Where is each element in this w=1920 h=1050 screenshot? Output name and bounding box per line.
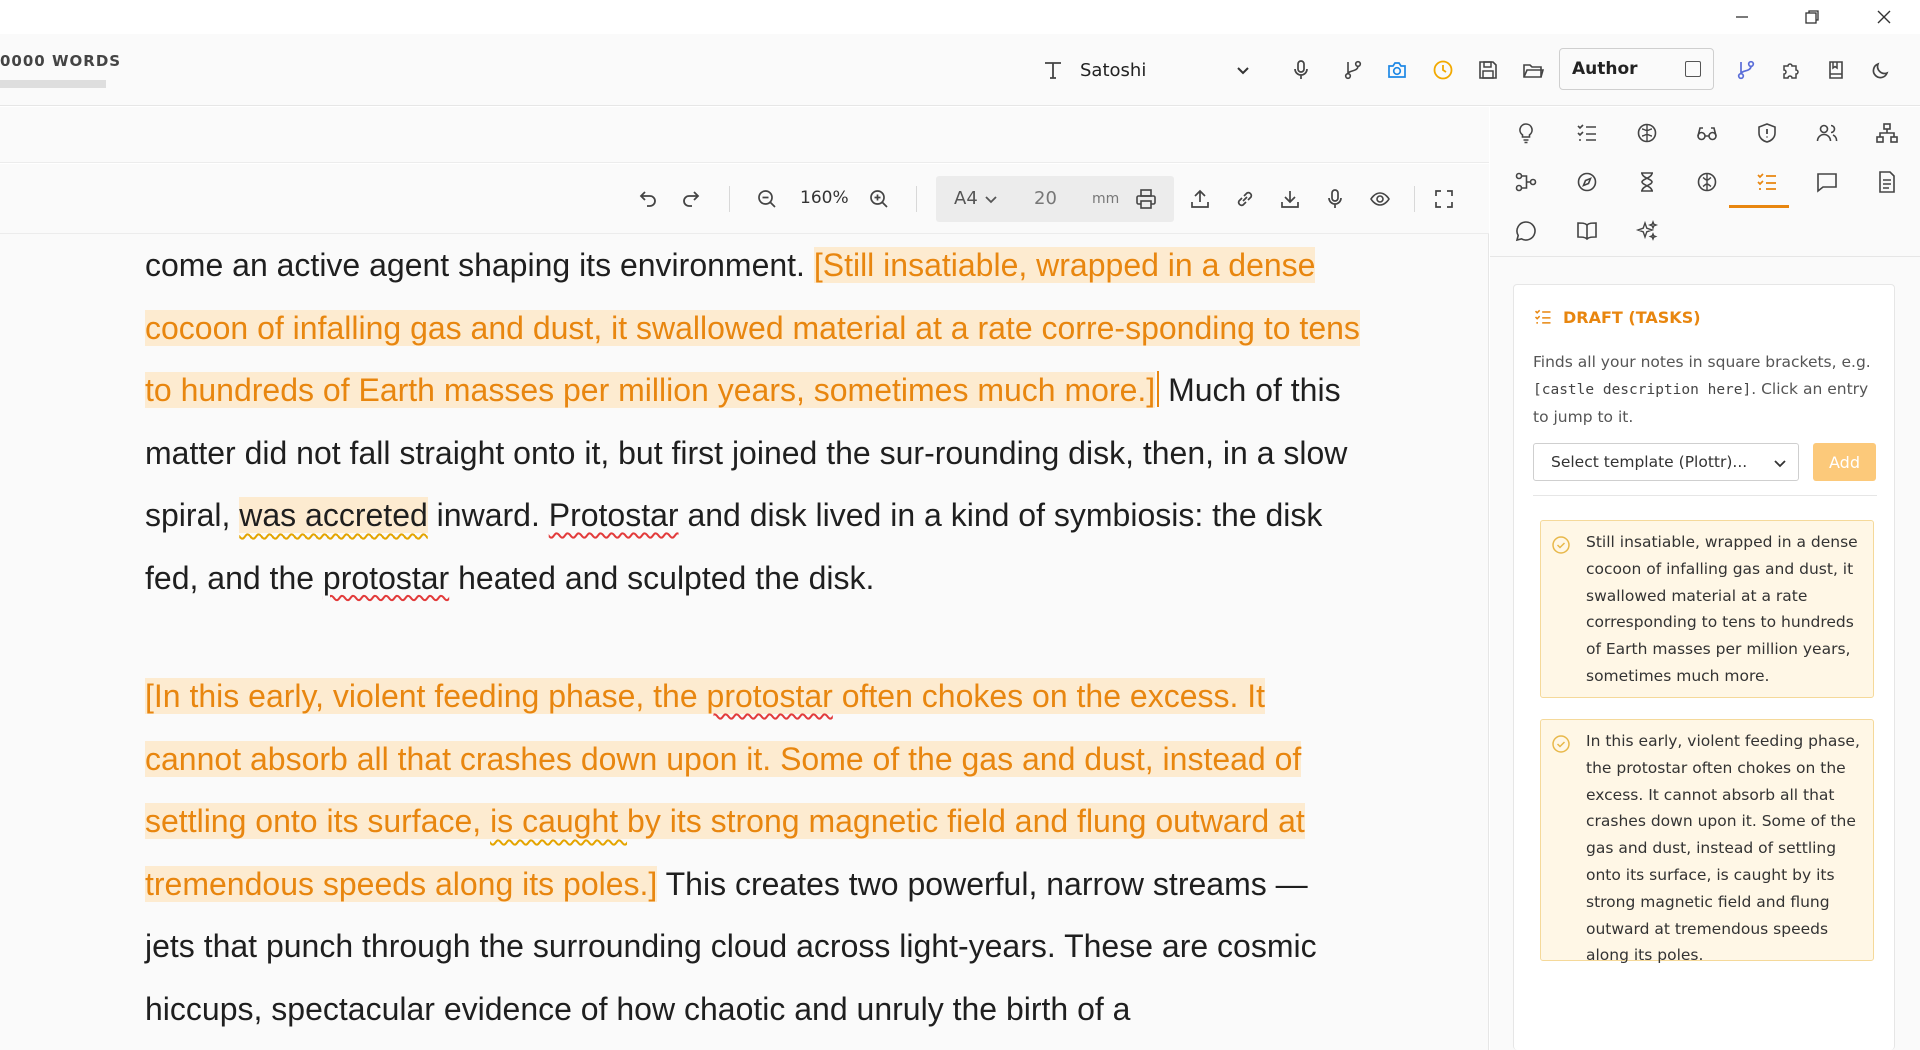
title-bar bbox=[0, 0, 1920, 34]
panel-description: Finds all your notes in square brackets,… bbox=[1533, 349, 1878, 431]
toolbar-divider bbox=[1414, 186, 1415, 212]
bracket-note[interactable]: [In this early, violent feeding phase, t… bbox=[145, 678, 707, 714]
download-icon[interactable] bbox=[1275, 184, 1305, 214]
author-label: Author bbox=[1572, 59, 1638, 79]
task-text: In this early, violent feeding phase, th… bbox=[1586, 732, 1860, 965]
shield-alert-icon[interactable] bbox=[1750, 116, 1784, 150]
hierarchy-icon[interactable] bbox=[1870, 116, 1904, 150]
glasses-icon[interactable] bbox=[1690, 116, 1724, 150]
folder-open-icon[interactable] bbox=[1518, 55, 1548, 85]
brain-icon[interactable] bbox=[1630, 116, 1664, 150]
active-tab-indicator bbox=[1729, 205, 1789, 208]
author-checkbox[interactable] bbox=[1685, 61, 1701, 77]
branch-compare-icon[interactable] bbox=[1731, 55, 1761, 85]
sparkles-icon[interactable] bbox=[1630, 214, 1664, 248]
zoom-in-icon[interactable] bbox=[864, 184, 894, 214]
draft-tasks-card: DRAFT (TASKS) Finds all your notes in sq… bbox=[1513, 284, 1895, 1050]
clock-icon[interactable] bbox=[1428, 55, 1458, 85]
grammar-suggestion[interactable]: was accreted bbox=[239, 497, 428, 533]
open-book-icon[interactable] bbox=[1570, 214, 1604, 248]
fullscreen-icon[interactable] bbox=[1429, 184, 1459, 214]
task-item[interactable]: Still insatiable, wrapped in a dense coc… bbox=[1540, 520, 1874, 698]
editor-toolbar bbox=[0, 164, 1489, 234]
close-icon[interactable] bbox=[1856, 0, 1912, 34]
template-select[interactable]: Select template (Plottr)... bbox=[1533, 443, 1799, 481]
undo-icon[interactable] bbox=[632, 184, 662, 214]
microphone-icon[interactable] bbox=[1286, 55, 1316, 85]
users-icon[interactable] bbox=[1810, 116, 1844, 150]
mind-icon[interactable] bbox=[1690, 165, 1724, 199]
text-run: come an active agent shaping its environ… bbox=[145, 247, 814, 283]
right-panel: DRAFT (TASKS) Finds all your notes in sq… bbox=[1490, 107, 1920, 1050]
workflow-icon[interactable] bbox=[1509, 165, 1543, 199]
add-button[interactable]: Add bbox=[1813, 443, 1876, 481]
check-circle-icon[interactable] bbox=[1551, 535, 1571, 555]
chat-bubble-icon[interactable] bbox=[1509, 214, 1543, 248]
editor-subbar bbox=[0, 107, 1489, 163]
moon-icon[interactable] bbox=[1866, 55, 1896, 85]
chevron-down-icon bbox=[984, 192, 998, 206]
template-select-value: Select template (Plottr)... bbox=[1551, 453, 1748, 471]
checklist-icon[interactable] bbox=[1570, 116, 1604, 150]
upload-icon[interactable] bbox=[1185, 184, 1215, 214]
divider bbox=[1533, 495, 1877, 496]
comment-square-icon[interactable] bbox=[1810, 165, 1844, 199]
lightbulb-icon[interactable] bbox=[1509, 116, 1543, 150]
puzzle-icon[interactable] bbox=[1776, 55, 1806, 85]
document-icon[interactable] bbox=[1870, 165, 1904, 199]
spelling-error[interactable]: Protostar bbox=[549, 497, 679, 533]
author-mode-toggle[interactable]: Author bbox=[1559, 48, 1714, 90]
page-size-select[interactable]: A4 bbox=[954, 188, 978, 209]
paragraph[interactable]: [In this early, violent feeding phase, t… bbox=[145, 665, 1360, 1040]
zoom-out-icon[interactable] bbox=[752, 184, 782, 214]
task-text: Still insatiable, wrapped in a dense coc… bbox=[1586, 533, 1858, 685]
printer-icon[interactable] bbox=[1135, 188, 1157, 210]
check-circle-icon[interactable] bbox=[1551, 734, 1571, 754]
camera-icon[interactable] bbox=[1382, 55, 1412, 85]
zoom-level: 160% bbox=[800, 188, 849, 208]
book-save-icon[interactable] bbox=[1821, 55, 1851, 85]
draft-tasks-icon[interactable] bbox=[1750, 165, 1784, 199]
task-item[interactable]: In this early, violent feeding phase, th… bbox=[1540, 719, 1874, 964]
panel-title-text: DRAFT (TASKS) bbox=[1563, 307, 1701, 327]
font-name: Satoshi bbox=[1080, 59, 1147, 81]
page-settings: A4 20 mm bbox=[936, 176, 1174, 222]
dictation-mic-icon[interactable] bbox=[1320, 184, 1350, 214]
document-page[interactable]: come an active agent shaping its environ… bbox=[145, 234, 1360, 1050]
chevron-down-icon bbox=[1772, 455, 1788, 471]
description-example: [castle description here] bbox=[1533, 382, 1752, 398]
eye-icon[interactable] bbox=[1365, 184, 1395, 214]
minimize-icon[interactable] bbox=[1714, 0, 1770, 34]
link-icon[interactable] bbox=[1230, 184, 1260, 214]
description-text: Finds all your notes in square brackets,… bbox=[1533, 353, 1871, 371]
text-font-icon bbox=[1038, 55, 1068, 85]
margin-unit: mm bbox=[1092, 191, 1120, 207]
save-icon[interactable] bbox=[1473, 55, 1503, 85]
word-count: 0000 WORDS bbox=[0, 52, 122, 70]
word-count-progress bbox=[0, 80, 106, 88]
toolbar-divider bbox=[729, 186, 730, 212]
text-run: inward. bbox=[427, 497, 549, 533]
paragraph[interactable]: come an active agent shaping its environ… bbox=[145, 234, 1360, 609]
document-editor[interactable]: come an active agent shaping its environ… bbox=[0, 234, 1489, 1050]
compass-icon[interactable] bbox=[1570, 165, 1604, 199]
spelling-error[interactable]: protostar bbox=[706, 678, 833, 714]
draft-tasks-title-icon bbox=[1534, 309, 1551, 324]
spelling-error[interactable]: protostar bbox=[323, 560, 449, 596]
grammar-suggestion[interactable]: is caught bbox=[490, 803, 628, 839]
redo-icon[interactable] bbox=[677, 184, 707, 214]
panel-title: DRAFT (TASKS) bbox=[1533, 307, 1701, 327]
text-run: heated and sculpted the disk. bbox=[449, 559, 875, 596]
chevron-down-icon bbox=[1228, 55, 1258, 85]
restore-icon[interactable] bbox=[1784, 0, 1840, 34]
font-select[interactable]: Satoshi bbox=[1038, 52, 1258, 88]
tool-icon-grid bbox=[1490, 107, 1920, 257]
git-branch-icon[interactable] bbox=[1338, 55, 1368, 85]
toolbar-divider bbox=[916, 186, 917, 212]
hourglass-icon[interactable] bbox=[1630, 165, 1664, 199]
margin-input[interactable]: 20 bbox=[1034, 188, 1057, 209]
